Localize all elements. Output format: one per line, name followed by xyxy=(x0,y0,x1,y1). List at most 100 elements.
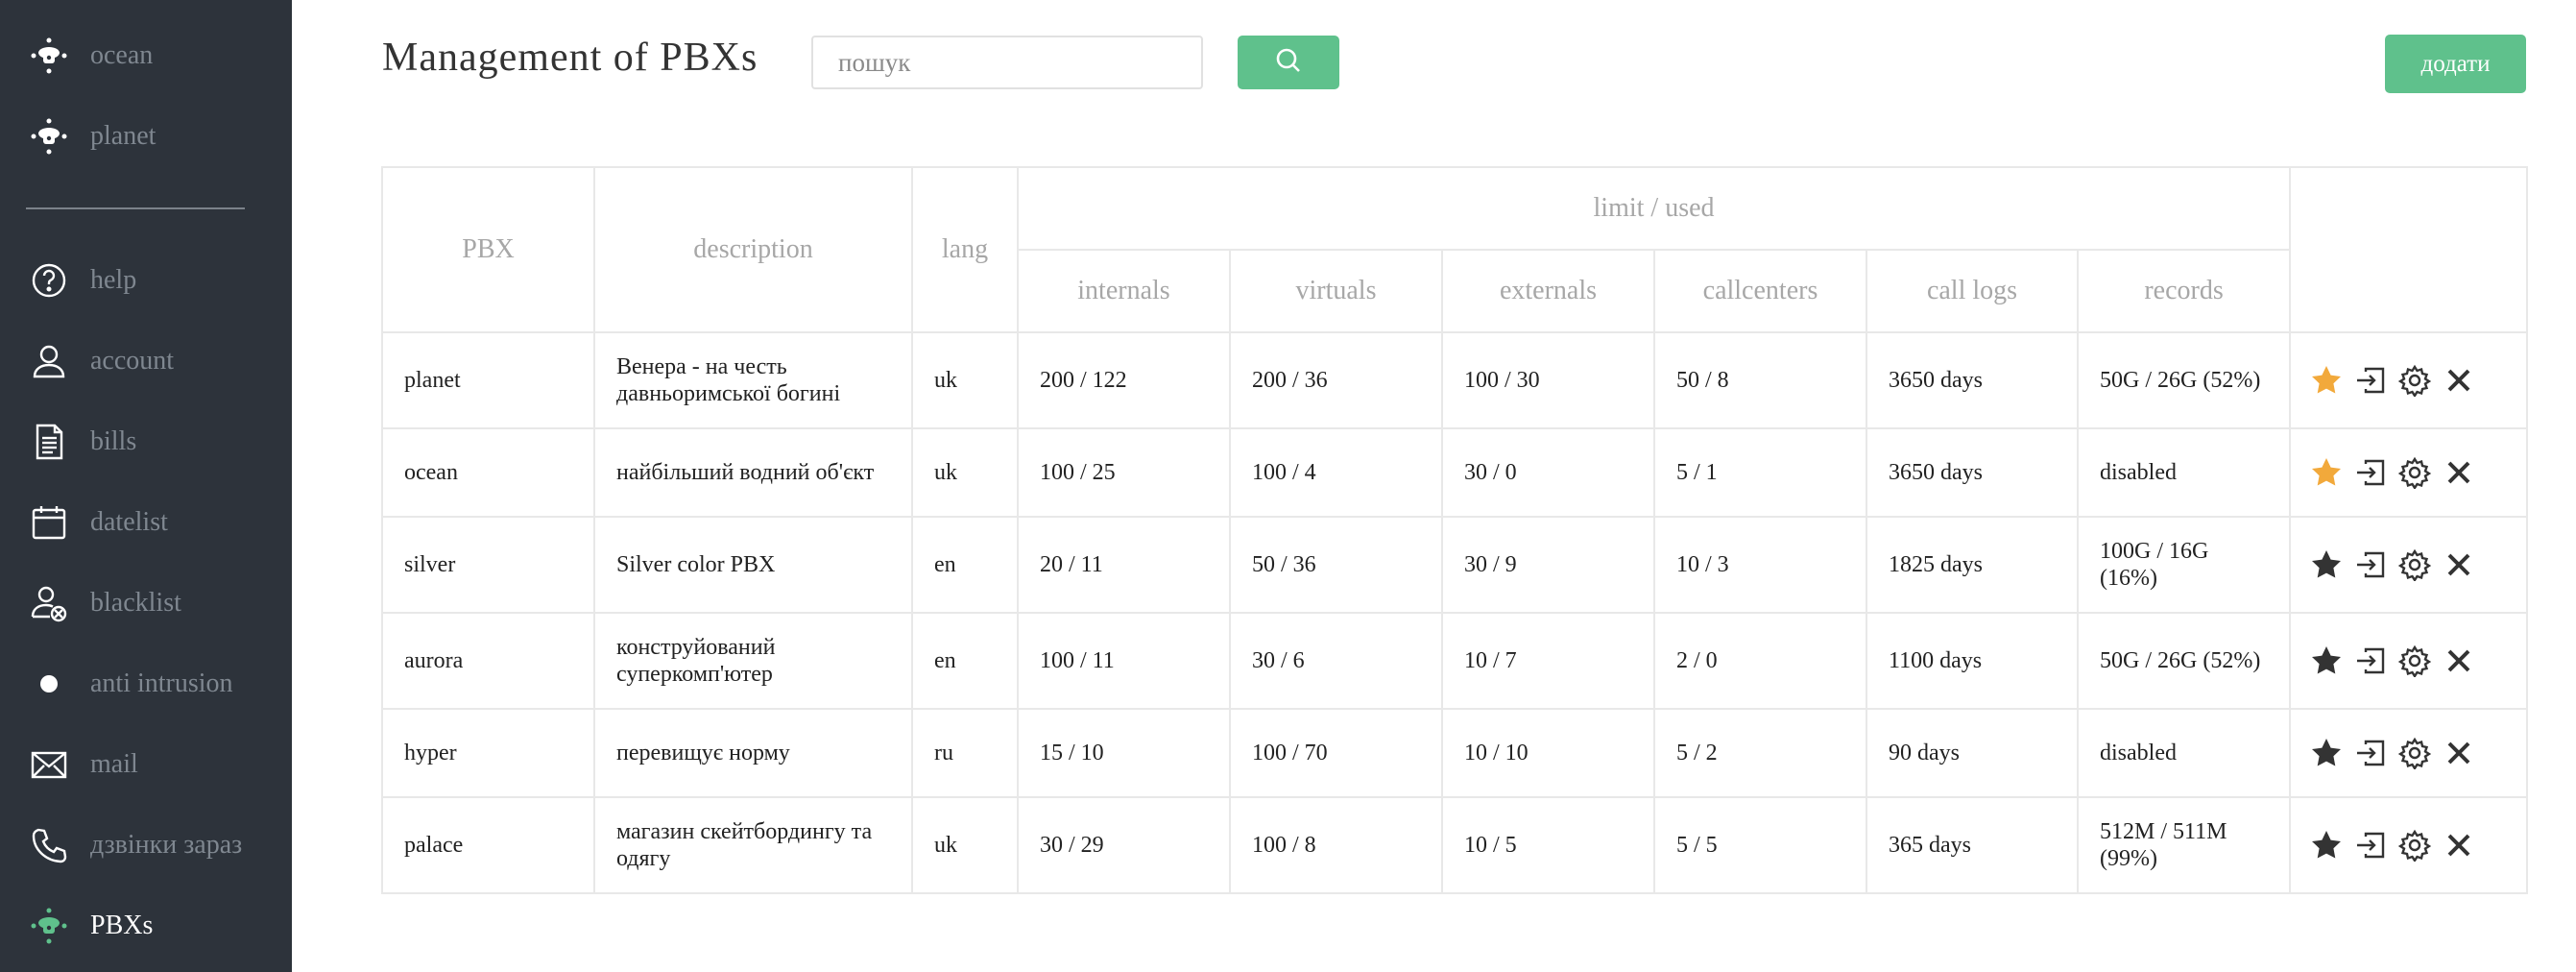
cell-virtuals: 100 / 8 xyxy=(1229,796,1443,894)
star-icon[interactable] xyxy=(2310,737,2343,769)
star-icon[interactable] xyxy=(2310,456,2343,489)
cell-pbx: planet xyxy=(381,331,595,429)
close-icon[interactable] xyxy=(2443,456,2475,489)
cell-call-logs: 90 days xyxy=(1866,708,2079,798)
cell-externals: 30 / 0 xyxy=(1441,427,1655,518)
pbx-icon xyxy=(29,116,69,157)
sidebar-item-ocean[interactable]: ocean xyxy=(0,15,292,96)
cell-call-logs: 3650 days xyxy=(1866,427,2079,518)
gear-icon[interactable] xyxy=(2397,548,2432,583)
calendar-icon xyxy=(29,502,69,543)
cell-internals: 200 / 122 xyxy=(1017,331,1231,429)
add-button[interactable]: додати xyxy=(2385,35,2526,93)
cell-records: disabled xyxy=(2076,427,2292,518)
sidebar-item-label: account xyxy=(90,346,175,376)
login-icon[interactable] xyxy=(2354,644,2387,677)
dot-icon xyxy=(29,664,69,704)
cell-lang: ru xyxy=(911,708,1019,798)
sidebar-item-mail[interactable]: mail xyxy=(0,724,292,805)
gear-icon[interactable] xyxy=(2397,644,2432,679)
header-internals: internals xyxy=(1017,249,1231,333)
star-icon[interactable] xyxy=(2310,364,2343,397)
cell-externals: 30 / 9 xyxy=(1441,516,1655,614)
cell-description: конструйований суперкомп'ютер xyxy=(593,612,913,710)
sidebar-item-anti-intrusion[interactable]: anti intrusion xyxy=(0,644,292,724)
cell-lang: uk xyxy=(911,427,1019,518)
cell-callcenters: 5 / 1 xyxy=(1653,427,1867,518)
sidebar-item-blacklist[interactable]: blacklist xyxy=(0,563,292,644)
sidebar-divider xyxy=(26,207,245,209)
close-icon[interactable] xyxy=(2443,644,2475,677)
sidebar-item-help[interactable]: help xyxy=(0,240,292,321)
gear-icon[interactable] xyxy=(2397,364,2432,399)
cell-callcenters: 50 / 8 xyxy=(1653,331,1867,429)
header-callcenters: callcenters xyxy=(1653,249,1867,333)
header-actions xyxy=(2289,166,2529,333)
cell-callcenters: 5 / 5 xyxy=(1653,796,1867,894)
cell-internals: 30 / 29 xyxy=(1017,796,1231,894)
sidebar-item-datelist[interactable]: datelist xyxy=(0,482,292,563)
cell-virtuals: 30 / 6 xyxy=(1229,612,1443,710)
document-icon xyxy=(29,422,69,462)
table-row: palace магазин скейтбордингу та одягу uk 30… xyxy=(381,796,2529,894)
sidebar-item-account[interactable]: account xyxy=(0,321,292,401)
login-icon[interactable] xyxy=(2354,737,2387,769)
gear-icon[interactable] xyxy=(2397,456,2432,491)
header-call-logs: call logs xyxy=(1866,249,2079,333)
sidebar-item-label: ocean xyxy=(90,40,154,70)
cell-call-logs: 1100 days xyxy=(1866,612,2079,710)
cell-records: 50G / 26G (52%) xyxy=(2076,612,2292,710)
mail-icon xyxy=(29,744,69,785)
login-icon[interactable] xyxy=(2354,548,2387,581)
table-body: planet Венера - на честь давньоримської б… xyxy=(381,331,2529,894)
header-records: records xyxy=(2076,249,2292,333)
sidebar-item-label: help xyxy=(90,265,137,295)
cell-internals: 15 / 10 xyxy=(1017,708,1231,798)
phone-icon xyxy=(29,825,69,865)
sidebar-item-label: anti intrusion xyxy=(90,668,233,698)
search-button[interactable] xyxy=(1238,36,1339,89)
page-title: Management of PBXs xyxy=(382,36,758,80)
sidebar-item-label: datelist xyxy=(90,507,168,537)
sidebar-item-calls-now[interactable]: дзвінки зараз xyxy=(0,805,292,886)
cell-records: 512M / 511M (99%) xyxy=(2076,796,2292,894)
header-description: description xyxy=(593,166,913,333)
cell-lang: en xyxy=(911,612,1019,710)
star-icon[interactable] xyxy=(2310,548,2343,581)
star-icon[interactable] xyxy=(2310,644,2343,677)
row-actions xyxy=(2289,708,2529,798)
close-icon[interactable] xyxy=(2443,364,2475,397)
sidebar-item-planet[interactable]: planet xyxy=(0,96,292,177)
cell-pbx: hyper xyxy=(381,708,595,798)
sidebar-item-bills[interactable]: bills xyxy=(0,401,292,482)
pbx-table: PBX description lang limit / used intern… xyxy=(381,166,2529,894)
login-icon[interactable] xyxy=(2354,364,2387,397)
cell-records: 50G / 26G (52%) xyxy=(2076,331,2292,429)
close-icon[interactable] xyxy=(2443,829,2475,862)
cell-lang: en xyxy=(911,516,1019,614)
table-row: ocean найбільший водний об'єкт uk 100 / 25 1… xyxy=(381,427,2529,518)
cell-pbx: silver xyxy=(381,516,595,614)
pbx-icon xyxy=(29,36,69,76)
gear-icon[interactable] xyxy=(2397,737,2432,771)
cell-pbx: ocean xyxy=(381,427,595,518)
cell-virtuals: 200 / 36 xyxy=(1229,331,1443,429)
header-externals: externals xyxy=(1441,249,1655,333)
close-icon[interactable] xyxy=(2443,548,2475,581)
login-icon[interactable] xyxy=(2354,456,2387,489)
sidebar-item-pbxs[interactable]: PBXs xyxy=(0,886,292,966)
cell-records: 100G / 16G (16%) xyxy=(2076,516,2292,614)
star-icon[interactable] xyxy=(2310,829,2343,862)
cell-description: магазин скейтбордингу та одягу xyxy=(593,796,913,894)
row-actions xyxy=(2289,796,2529,894)
pbx-icon xyxy=(29,906,69,946)
gear-icon[interactable] xyxy=(2397,829,2432,863)
header-pbx: PBX xyxy=(381,166,595,333)
cell-virtuals: 100 / 70 xyxy=(1229,708,1443,798)
search-input[interactable] xyxy=(811,36,1203,89)
cell-description: перевищує норму xyxy=(593,708,913,798)
table-row: silver Silver color PBX en 20 / 11 50 / 36 30… xyxy=(381,516,2529,614)
login-icon[interactable] xyxy=(2354,829,2387,862)
close-icon[interactable] xyxy=(2443,737,2475,769)
cell-internals: 20 / 11 xyxy=(1017,516,1231,614)
